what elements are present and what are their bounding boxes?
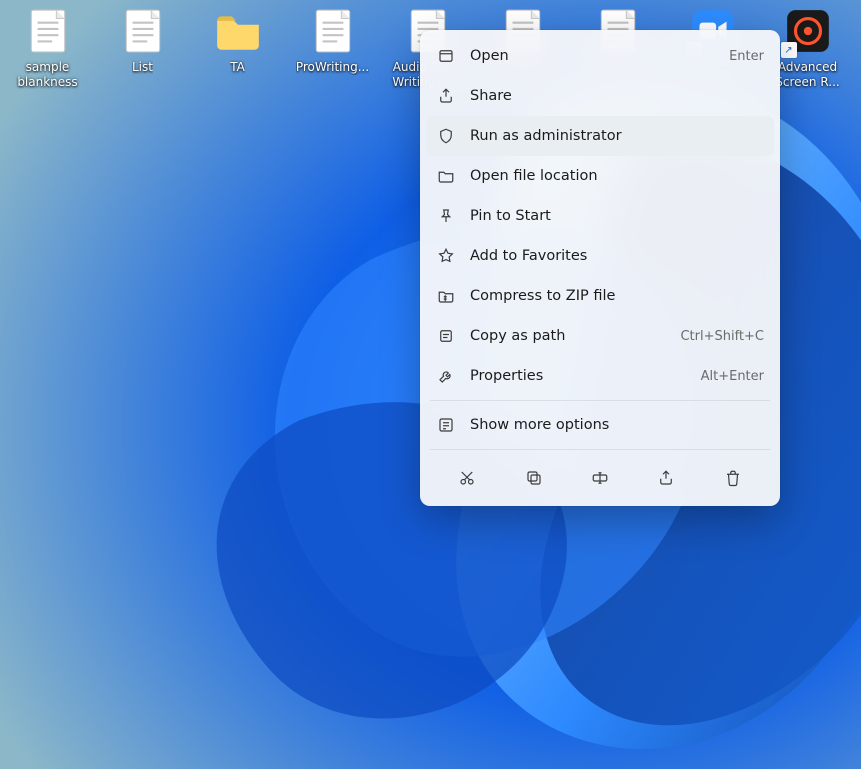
- desktop-icon-label: ProWriting...: [296, 60, 369, 75]
- context-menu-action-row: [426, 454, 774, 500]
- context-menu-item-shortcut: Ctrl+Shift+C: [680, 329, 764, 344]
- context-menu-action-share2[interactable]: [650, 462, 682, 494]
- context-menu-item-label: Add to Favorites: [470, 248, 764, 264]
- desktop-icon-label: New Text Document: [858, 60, 861, 90]
- desktop-icon[interactable]: New Text Document: [855, 2, 861, 122]
- context-menu-separator: [430, 449, 770, 450]
- desktop-icon-label: TA: [230, 60, 245, 75]
- context-menu-item-label: Show more options: [470, 417, 764, 433]
- text-icon: [23, 6, 73, 56]
- open-icon: [436, 46, 456, 66]
- context-menu-item-label: Properties: [470, 368, 701, 384]
- more-icon: [436, 415, 456, 435]
- shield-icon: [436, 126, 456, 146]
- context-menu-show-more[interactable]: Show more options: [426, 405, 774, 445]
- context-menu-item-pin[interactable]: Pin to Start: [426, 196, 774, 236]
- context-menu-item-label: Open file location: [470, 168, 764, 184]
- context-menu-item-label: Copy as path: [470, 328, 680, 344]
- context-menu-item-star[interactable]: Add to Favorites: [426, 236, 774, 276]
- context-menu-item-shortcut: Enter: [729, 49, 764, 64]
- context-menu-item-label: Open: [470, 48, 729, 64]
- context-menu-item-shortcut: Alt+Enter: [701, 369, 764, 384]
- context-menu-item-share[interactable]: Share: [426, 76, 774, 116]
- context-menu-item-folder[interactable]: Open file location: [426, 156, 774, 196]
- context-menu-item-label: Pin to Start: [470, 208, 764, 224]
- star-icon: [436, 246, 456, 266]
- desktop-icon-label: sample blankness: [3, 60, 93, 90]
- text-icon: [308, 6, 358, 56]
- context-menu-item-open[interactable]: OpenEnter: [426, 36, 774, 76]
- pin-icon: [436, 206, 456, 226]
- desktop-icon[interactable]: TA: [190, 2, 285, 122]
- asr-icon: ↗: [783, 6, 833, 56]
- desktop-icon-label: List: [132, 60, 153, 75]
- shortcut-arrow-icon: ↗: [781, 42, 797, 58]
- desktop-icon[interactable]: sample blankness: [0, 2, 95, 122]
- context-menu-item-shield[interactable]: Run as administrator: [426, 116, 774, 156]
- desktop-icon[interactable]: ProWriting...: [285, 2, 380, 122]
- context-menu-item-copypath[interactable]: Copy as pathCtrl+Shift+C: [426, 316, 774, 356]
- wrench-icon: [436, 366, 456, 386]
- desktop-icon[interactable]: List: [95, 2, 190, 122]
- context-menu-item-label: Compress to ZIP file: [470, 288, 764, 304]
- copypath-icon: [436, 326, 456, 346]
- folder-icon: [213, 6, 263, 56]
- context-menu-action-copy[interactable]: [518, 462, 550, 494]
- context-menu-action-cut[interactable]: [451, 462, 483, 494]
- context-menu-action-rename[interactable]: [584, 462, 616, 494]
- context-menu-action-delete[interactable]: [717, 462, 749, 494]
- folder-icon: [436, 166, 456, 186]
- context-menu-separator: [430, 400, 770, 401]
- context-menu-item-label: Share: [470, 88, 764, 104]
- zip-icon: [436, 286, 456, 306]
- context-menu-item-zip[interactable]: Compress to ZIP file: [426, 276, 774, 316]
- share-icon: [436, 86, 456, 106]
- context-menu: OpenEnter Share Run as administrator Open f…: [420, 30, 780, 506]
- context-menu-item-wrench[interactable]: PropertiesAlt+Enter: [426, 356, 774, 396]
- context-menu-item-label: Run as administrator: [470, 128, 764, 144]
- text-icon: [118, 6, 168, 56]
